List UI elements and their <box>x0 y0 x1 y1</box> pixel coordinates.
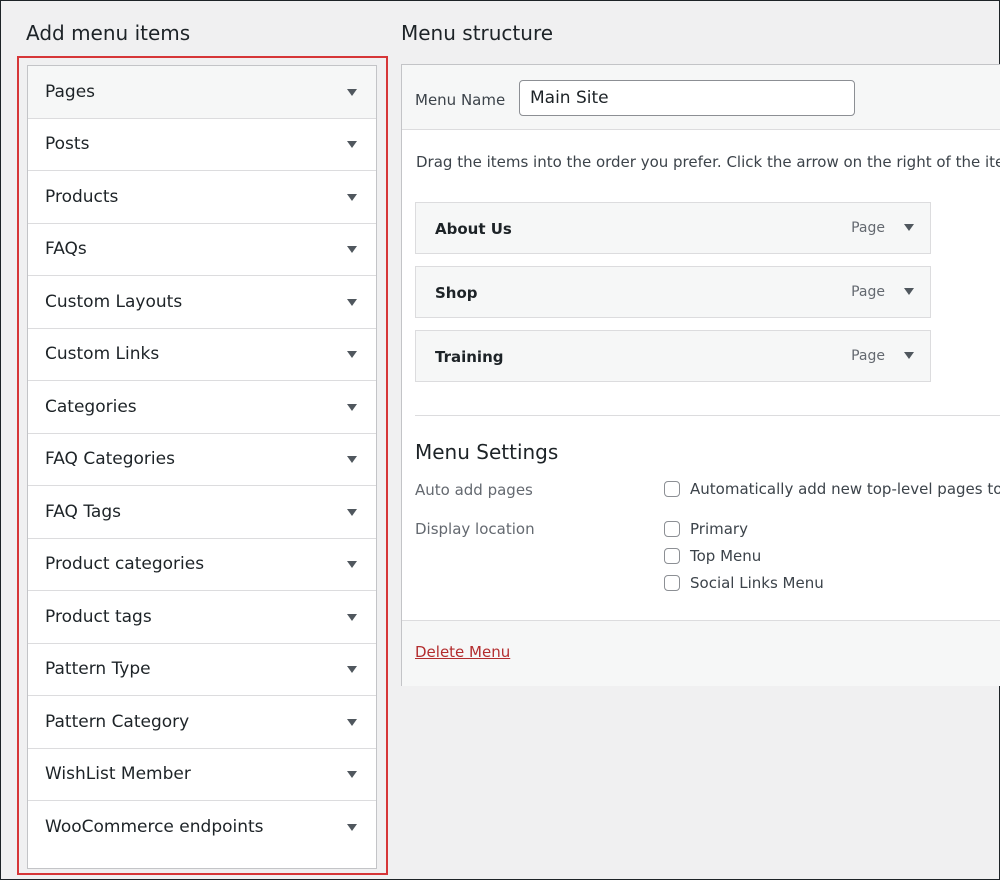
settings-divider <box>415 415 1000 416</box>
location-label: Top Menu <box>690 547 762 565</box>
menu-item-title: About Us <box>435 220 512 238</box>
accordion-label: FAQ Tags <box>45 501 121 522</box>
accordion-item-pages[interactable]: Pages <box>28 66 376 119</box>
accordion-label: Pattern Type <box>45 659 151 680</box>
accordion-label: Custom Layouts <box>45 291 183 312</box>
caret-down-icon[interactable] <box>347 456 357 464</box>
menu-item-training[interactable]: Training Page <box>415 330 931 382</box>
expand-arrow-icon[interactable] <box>904 224 914 231</box>
accordion-item-categories[interactable]: Categories <box>28 381 376 434</box>
caret-down-icon[interactable] <box>347 88 357 96</box>
accordion-item-wishlist-member[interactable]: WishList Member <box>28 748 376 801</box>
menu-footer-bar: Delete Menu <box>402 620 1000 686</box>
caret-down-icon[interactable] <box>347 561 357 569</box>
display-location-label: Display location <box>415 520 535 538</box>
accordion-item-product-categories[interactable]: Product categories <box>28 538 376 591</box>
auto-add-checkbox[interactable] <box>664 481 680 497</box>
menu-item-type: Page <box>851 284 885 300</box>
menu-item-type: Page <box>851 220 885 236</box>
accordion-item-custom-links[interactable]: Custom Links <box>28 328 376 381</box>
caret-down-icon[interactable] <box>347 351 357 359</box>
caret-down-icon[interactable] <box>347 718 357 726</box>
location-social-links-menu[interactable]: Social Links Menu <box>664 574 824 592</box>
menu-item-title: Shop <box>435 284 478 302</box>
caret-down-icon[interactable] <box>347 141 357 149</box>
accordion-item-custom-layouts[interactable]: Custom Layouts <box>28 276 376 329</box>
menu-structure-title: Menu structure <box>401 21 554 45</box>
menu-item-type: Page <box>851 348 885 364</box>
accordion-item-faqs[interactable]: FAQs <box>28 223 376 276</box>
expand-arrow-icon[interactable] <box>904 352 914 359</box>
caret-down-icon[interactable] <box>347 824 357 832</box>
caret-down-icon[interactable] <box>347 246 357 254</box>
accordion-label: Pages <box>45 81 96 102</box>
primary-checkbox[interactable] <box>664 521 680 537</box>
caret-down-icon[interactable] <box>347 193 357 201</box>
accordion-item-product-tags[interactable]: Product tags <box>28 591 376 644</box>
caret-down-icon[interactable] <box>347 771 357 779</box>
accordion-label: FAQs <box>45 239 87 260</box>
delete-menu-link[interactable]: Delete Menu <box>415 643 510 661</box>
menu-structure-panel: Menu Name Drag the items into the order … <box>401 64 1000 686</box>
menu-name-row: Menu Name <box>402 65 1000 130</box>
caret-down-icon[interactable] <box>347 508 357 516</box>
accordion-item-products[interactable]: Products <box>28 171 376 224</box>
add-menu-items-accordion: Pages Posts Products FAQs Custom Layouts… <box>27 65 377 869</box>
accordion-label: Products <box>45 186 119 207</box>
menu-item-about-us[interactable]: About Us Page <box>415 202 931 254</box>
menu-name-label: Menu Name <box>415 91 506 109</box>
accordion-item-pattern-category[interactable]: Pattern Category <box>28 696 376 749</box>
accordion-label: WishList Member <box>45 764 191 785</box>
auto-add-pages-option[interactable]: Automatically add new top-level pages to… <box>664 480 1000 498</box>
social-links-menu-checkbox[interactable] <box>664 575 680 591</box>
accordion-label: Product categories <box>45 554 205 575</box>
accordion-item-pattern-type[interactable]: Pattern Type <box>28 643 376 696</box>
add-menu-items-title: Add menu items <box>26 21 191 45</box>
expand-arrow-icon[interactable] <box>904 288 914 295</box>
caret-down-icon[interactable] <box>347 298 357 306</box>
auto-add-option-label: Automatically add new top-level pages to… <box>690 480 1000 498</box>
drag-instructions: Drag the items into the order you prefer… <box>416 153 1000 171</box>
accordion-label: Posts <box>45 134 90 155</box>
menu-name-input[interactable] <box>519 80 855 116</box>
accordion-item-woocommerce-endpoints[interactable]: WooCommerce endpoints <box>28 801 376 854</box>
accordion-label: FAQ Categories <box>45 449 175 470</box>
auto-add-pages-label: Auto add pages <box>415 481 533 499</box>
accordion-label: Custom Links <box>45 344 160 365</box>
caret-down-icon[interactable] <box>347 613 357 621</box>
accordion-label: Product tags <box>45 606 152 627</box>
accordion-label: Categories <box>45 396 137 417</box>
top-menu-checkbox[interactable] <box>664 548 680 564</box>
location-top-menu[interactable]: Top Menu <box>664 547 761 565</box>
location-label: Social Links Menu <box>690 574 824 592</box>
caret-down-icon[interactable] <box>347 666 357 674</box>
accordion-item-faq-categories[interactable]: FAQ Categories <box>28 433 376 486</box>
accordion-item-faq-tags[interactable]: FAQ Tags <box>28 486 376 539</box>
location-primary[interactable]: Primary <box>664 520 748 538</box>
menu-item-shop[interactable]: Shop Page <box>415 266 931 318</box>
accordion-label: Pattern Category <box>45 711 190 732</box>
menu-item-title: Training <box>435 348 504 366</box>
menu-settings-title: Menu Settings <box>415 440 559 464</box>
caret-down-icon[interactable] <box>347 403 357 411</box>
accordion-label: WooCommerce endpoints <box>45 817 264 838</box>
accordion-item-posts[interactable]: Posts <box>28 118 376 171</box>
location-label: Primary <box>690 520 748 538</box>
